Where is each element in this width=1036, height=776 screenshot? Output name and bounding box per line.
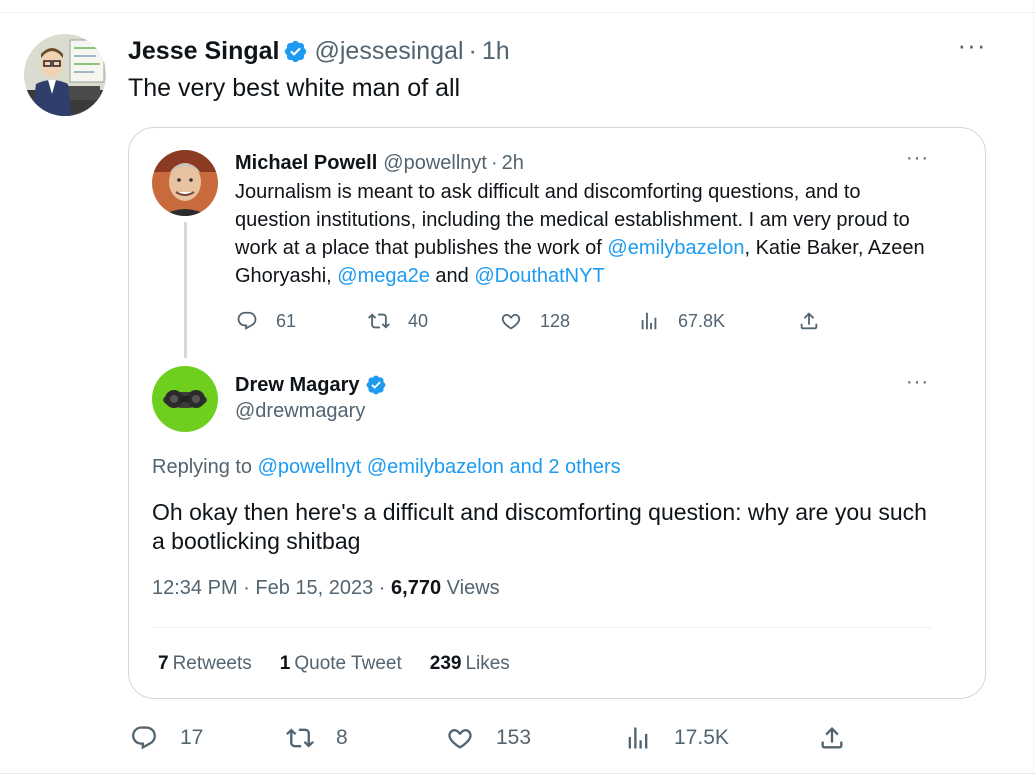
tweet-timestamp-line: 12:34 PM · Feb 15, 2023 · 6,770 Views	[152, 577, 500, 600]
share-icon	[821, 727, 843, 749]
likes-label: Likes	[465, 653, 510, 674]
views-count: 17.5K	[674, 726, 729, 749]
quoted-author-handle[interactable]: @powellnyt	[383, 152, 487, 175]
reply-count: 61	[276, 310, 297, 331]
views-count: 67.8K	[678, 310, 726, 331]
verified-badge-icon	[366, 375, 385, 395]
more-options-icon[interactable]: ···	[906, 372, 929, 392]
quoted-tweet-header: Michael Powell @powellnyt · 2h	[235, 150, 524, 176]
reply-button[interactable]: 61	[236, 307, 296, 335]
retweets-label: Retweets	[172, 653, 252, 674]
quoted-tweet-time[interactable]: 2h	[502, 152, 524, 175]
replying-to-links[interactable]: @powellnyt @emilybazelon and 2 others	[258, 456, 621, 478]
mention-link[interactable]: @mega2e	[337, 265, 430, 287]
share-button[interactable]	[818, 722, 868, 754]
retweets-stat[interactable]: 7 Retweets	[158, 653, 252, 675]
views-label: Views	[441, 577, 500, 599]
replying-to-line: Replying to @powellnyt @emilybazelon and…	[152, 456, 621, 479]
top-divider	[0, 12, 1036, 13]
views-button[interactable]: 17.5K	[624, 722, 729, 754]
reply-author-header: Drew Magary	[235, 372, 387, 398]
heart-icon	[448, 729, 472, 749]
quoted-author-name[interactable]: Michael Powell	[235, 152, 377, 175]
tweet-text: The very best white man of all	[128, 74, 461, 102]
views-count: 6,770	[391, 577, 442, 599]
quote-tweets-stat[interactable]: 1 Quote Tweet	[280, 653, 402, 675]
reply-tweet-text: Oh okay then here's a difficult and disc…	[152, 499, 927, 554]
likes-count: 239	[429, 653, 462, 674]
divider	[152, 627, 932, 628]
like-count: 153	[496, 726, 532, 749]
reply-count: 17	[180, 726, 204, 749]
quotes-count: 1	[279, 653, 291, 674]
avatar-michael-powell[interactable]	[152, 150, 218, 216]
quotes-label: Quote Tweet	[294, 653, 402, 674]
reply-button[interactable]: 17	[130, 722, 203, 754]
avatar[interactable]	[24, 34, 106, 116]
retweet-count: 8	[336, 726, 348, 749]
retweets-count: 7	[158, 653, 169, 674]
quoted-tweet-actions: 61 40 128 67.8K	[236, 307, 856, 335]
right-divider	[1033, 0, 1034, 776]
reply-icon	[132, 726, 156, 750]
replying-prefix: Replying to	[152, 456, 258, 478]
author-handle[interactable]: @jessesingal	[314, 37, 463, 66]
like-button[interactable]: 153	[446, 722, 531, 754]
separator-dot: ·	[490, 151, 498, 174]
quoted-tweet-text: Journalism is meant to ask difficult and…	[235, 178, 935, 290]
reply-author-name[interactable]: Drew Magary	[235, 374, 360, 397]
heart-icon	[501, 313, 521, 330]
tweet-actions: 17 8 153 17.5K	[130, 722, 890, 754]
verified-badge-icon	[285, 40, 307, 62]
like-button[interactable]: 128	[500, 307, 570, 335]
avatar-drew-magary[interactable]	[152, 366, 218, 432]
likes-stat[interactable]: 239 Likes	[430, 653, 510, 675]
retweet-count: 40	[408, 310, 429, 331]
thread-connector	[184, 222, 187, 358]
retweet-button[interactable]: 8	[286, 722, 348, 754]
engagement-stats: 7 Retweets 1 Quote Tweet 239 Likes	[158, 652, 538, 676]
mention-link[interactable]: @emilybazelon	[607, 237, 744, 259]
retweet-icon	[368, 313, 390, 329]
tweet-time[interactable]: 1h	[482, 37, 510, 66]
more-options-icon[interactable]: ···	[906, 148, 929, 168]
separator-dot: ·	[468, 36, 477, 65]
bottom-divider	[0, 773, 1036, 774]
timestamp[interactable]: 12:34 PM · Feb 15, 2023 ·	[152, 577, 391, 599]
views-button[interactable]: 67.8K	[638, 307, 725, 335]
mention-link[interactable]: @DouthatNYT	[474, 265, 604, 287]
tweet-header: Jesse Singal @jessesingal · 1h	[128, 34, 510, 68]
views-chart-icon	[628, 727, 648, 749]
retweet-button[interactable]: 40	[368, 307, 428, 335]
share-button[interactable]	[798, 307, 838, 335]
like-count: 128	[540, 310, 571, 331]
views-chart-icon	[641, 312, 657, 330]
text-segment: and	[429, 265, 475, 287]
author-name[interactable]: Jesse Singal	[128, 37, 279, 66]
reply-author-handle[interactable]: @drewmagary	[235, 400, 365, 423]
retweet-icon	[286, 728, 314, 748]
reply-icon	[237, 311, 257, 330]
more-options-icon[interactable]: ···	[954, 32, 990, 62]
share-icon	[800, 312, 818, 330]
